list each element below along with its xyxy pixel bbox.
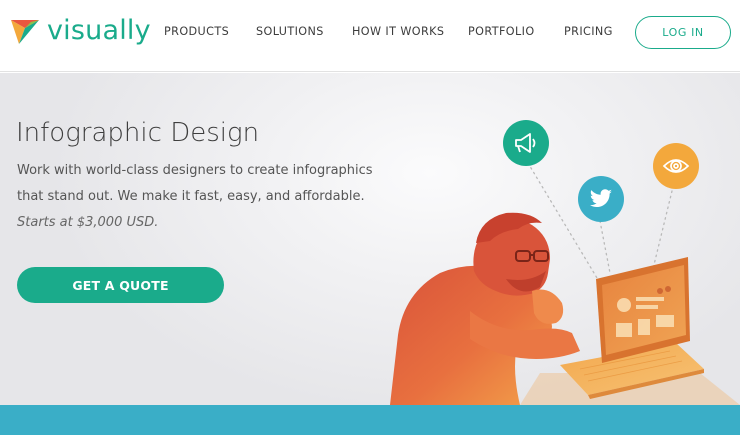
nav-how-it-works[interactable]: HOW IT WORKS bbox=[352, 25, 444, 38]
eye-icon bbox=[653, 143, 699, 189]
hero-section: Infographic Design Work with world-class… bbox=[0, 73, 740, 405]
hero-description-line2: that stand out. We make it fast, easy, a… bbox=[17, 189, 365, 204]
nav-products[interactable]: PRODUCTS bbox=[164, 25, 229, 38]
megaphone-icon bbox=[503, 120, 549, 166]
main-nav: PRODUCTS SOLUTIONS HOW IT WORKS PORTFOLI… bbox=[0, 25, 740, 41]
site-header: visually PRODUCTS SOLUTIONS HOW IT WORKS… bbox=[0, 0, 740, 72]
get-a-quote-button[interactable]: GET A QUOTE bbox=[17, 267, 224, 303]
nav-solutions[interactable]: SOLUTIONS bbox=[256, 25, 324, 38]
nav-portfolio[interactable]: PORTFOLIO bbox=[468, 25, 535, 38]
hero-price: Starts at $3,000 USD. bbox=[17, 215, 159, 230]
bottom-band bbox=[0, 405, 740, 435]
nav-pricing[interactable]: PRICING bbox=[564, 25, 613, 38]
hero-description-line1: Work with world-class designers to creat… bbox=[17, 163, 373, 178]
twitter-icon bbox=[578, 176, 624, 222]
hero-title: Infographic Design bbox=[16, 118, 260, 148]
login-button[interactable]: LOG IN bbox=[635, 16, 731, 49]
